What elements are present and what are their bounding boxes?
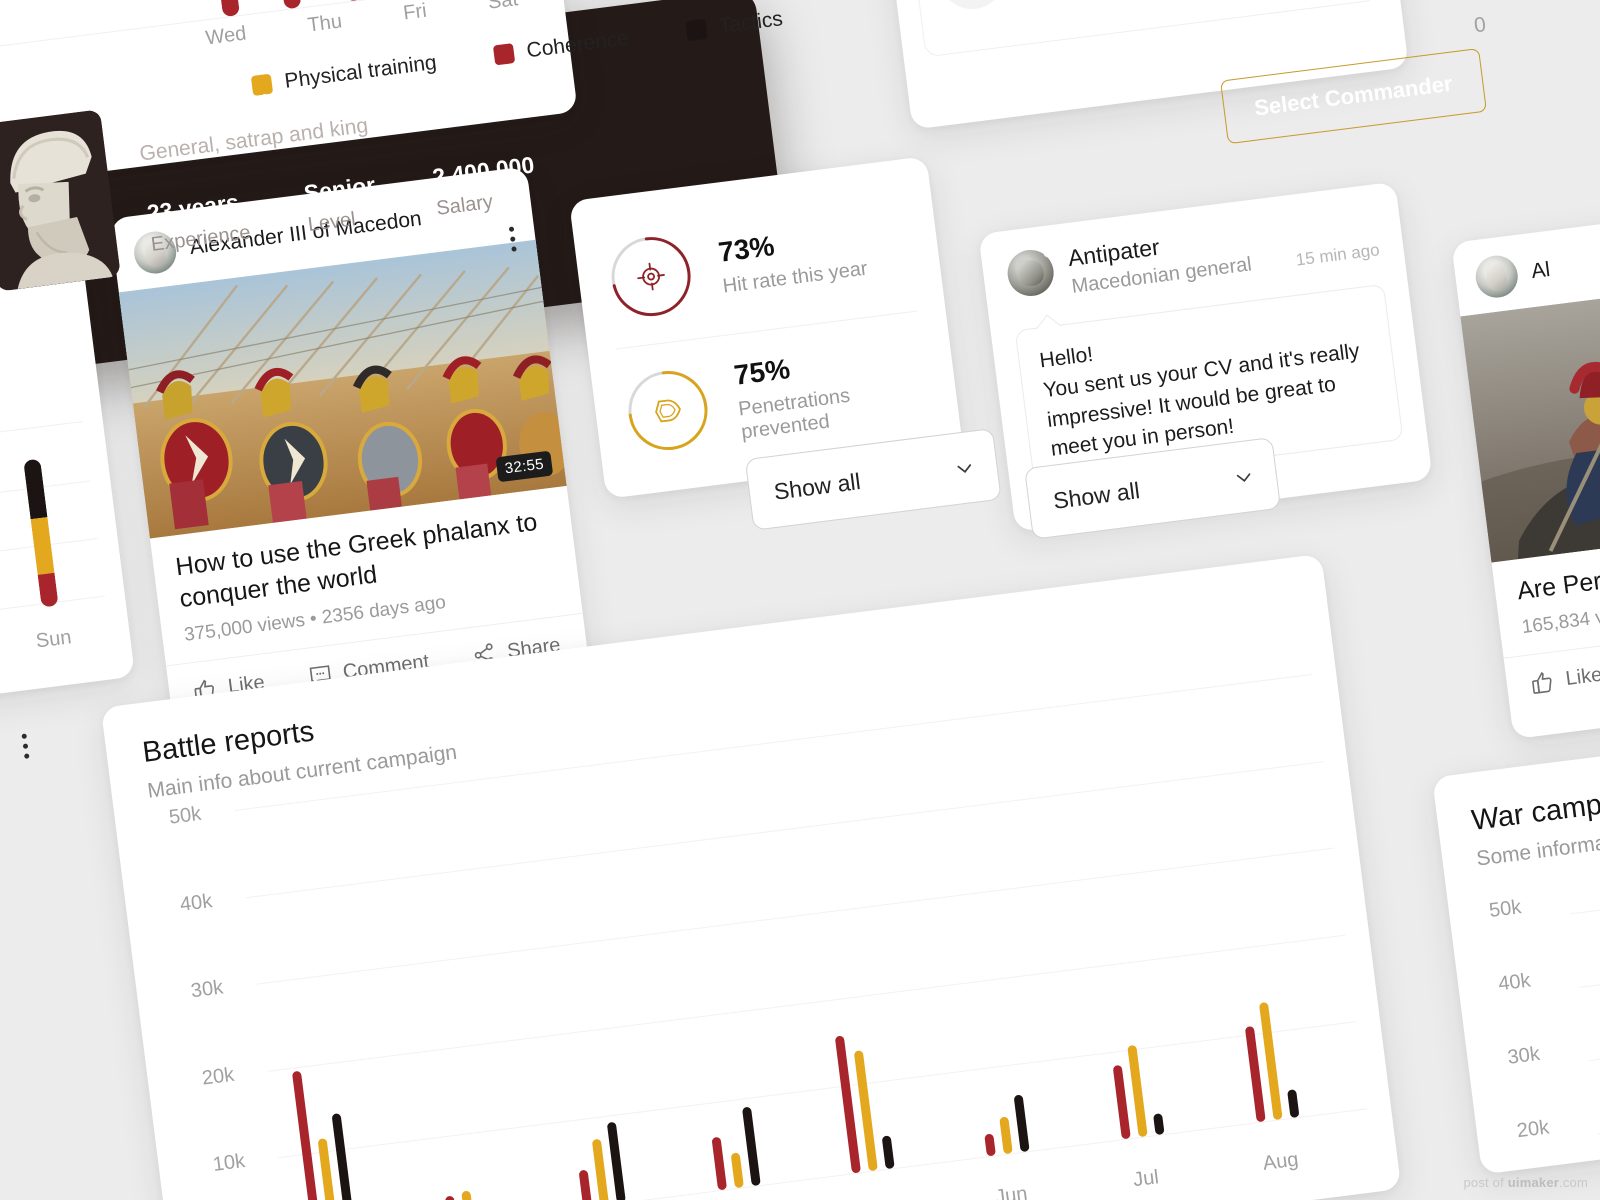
y-axis-tick: 40k: [1497, 969, 1532, 996]
filter-select-1-value: Show all: [772, 468, 862, 505]
bar: [984, 1133, 997, 1157]
bar: [999, 1116, 1013, 1155]
like-button[interactable]: Like: [1530, 663, 1600, 696]
bar: [1112, 1064, 1131, 1140]
filter-select-2[interactable]: Show all: [1024, 437, 1282, 540]
video-thumbnail[interactable]: 32:55: [118, 239, 567, 539]
chevron-down-icon: [953, 458, 975, 480]
bar: [461, 1190, 475, 1200]
bar: [444, 1195, 458, 1200]
bar-group: [1202, 682, 1300, 1123]
bar: [1013, 1094, 1030, 1153]
war-campaign-title: War campaign: [1469, 781, 1600, 837]
hit-rate-progress-ring: [602, 227, 700, 325]
commander-stat-value: 23 years: [145, 188, 241, 227]
alarm-clock-icon: [935, 0, 1009, 13]
weekly-day-label: Wed: [204, 22, 248, 50]
penetrations-progress-ring: [619, 361, 717, 459]
bar: [1244, 1025, 1266, 1123]
watermark-suffix: .com: [1559, 1175, 1588, 1190]
bar-group: [394, 785, 492, 1200]
bar: [591, 1139, 609, 1200]
avatar: [1473, 253, 1521, 301]
phalanx-painting: [118, 239, 567, 539]
bar: [606, 1122, 626, 1200]
bar: [1127, 1044, 1148, 1138]
shield-icon: [619, 361, 717, 459]
left-chart-day-label: Sun: [34, 626, 73, 653]
war-campaign-card: War campaign Some information re 50k 40k…: [1432, 717, 1600, 1175]
video-author-name: Al: [1529, 257, 1552, 284]
weekly-day-label: Fri: [402, 0, 428, 25]
y-axis-tick: 30k: [1506, 1042, 1542, 1069]
x-axis-tick: Jul: [1131, 1166, 1161, 1192]
online-status-indicator: [1042, 247, 1055, 259]
target-icon: [602, 227, 700, 325]
bar: [292, 1070, 323, 1200]
y-axis-tick: 0: [1472, 13, 1488, 38]
like-label: Like: [1564, 663, 1600, 690]
video-card-header: Al: [1451, 190, 1600, 316]
bar: [711, 1137, 727, 1191]
bar: [578, 1169, 593, 1200]
x-axis-tick: Aug: [1261, 1148, 1300, 1175]
bar-group: [798, 733, 896, 1174]
thumbs-up-icon: [1532, 671, 1552, 694]
weekly-day-label: Thu: [306, 10, 344, 37]
weekly-day-label: Sun: [578, 0, 616, 3]
watermark: post of uimaker.com: [1464, 1175, 1589, 1190]
watermark-prefix: post of: [1463, 1175, 1508, 1190]
commander-portrait: [0, 109, 121, 292]
marble-bust-photo: [0, 109, 121, 292]
stacked-bar: [23, 458, 59, 608]
bar-group: [528, 768, 626, 1200]
bar-group: [259, 802, 357, 1200]
stat-label: Avg. battle time: [1028, 0, 1190, 4]
filter-select-2-value: Show all: [1051, 477, 1142, 514]
commander-stat-level: Senior Level: [302, 172, 380, 238]
bar: [1152, 1113, 1165, 1136]
chevron-down-icon: [1233, 467, 1255, 489]
weekly-day-label: Sat: [486, 0, 520, 14]
message-timestamp: 15 min ago: [1294, 240, 1381, 270]
bar: [741, 1106, 761, 1187]
commander-stat-value: Senior: [302, 171, 377, 207]
watermark-brand: uimaker: [1507, 1175, 1560, 1190]
commander-stat-value: 2,400,000: [430, 151, 536, 191]
y-axis-tick: 40k: [178, 889, 214, 916]
y-axis-tick: 50k: [167, 802, 203, 829]
bar-group: [663, 750, 761, 1191]
bar-group: [932, 716, 1030, 1157]
y-axis-tick: 20k: [1515, 1116, 1551, 1143]
bar: [331, 1112, 357, 1200]
y-axis-tick: 10k: [211, 1150, 247, 1177]
y-axis-tick: 20k: [200, 1063, 236, 1090]
dashboard-scene: Wed Thu Fri Sat Sun Physical training Co…: [0, 0, 1600, 1200]
avatar: [1004, 247, 1057, 299]
x-axis-tick: Jun: [993, 1182, 1029, 1200]
bar: [730, 1152, 744, 1189]
y-axis-tick: 30k: [189, 976, 225, 1003]
bar-group: [1067, 699, 1165, 1140]
bar: [1286, 1089, 1300, 1119]
stat-row-battle-time: 45,14 min Avg. battle time +12.70%: [906, 0, 1379, 58]
bar: [882, 1135, 896, 1170]
video-post-card-2: Al Are Persians 165,834 views Like: [1451, 190, 1600, 740]
y-axis-tick: 50k: [1487, 896, 1523, 922]
